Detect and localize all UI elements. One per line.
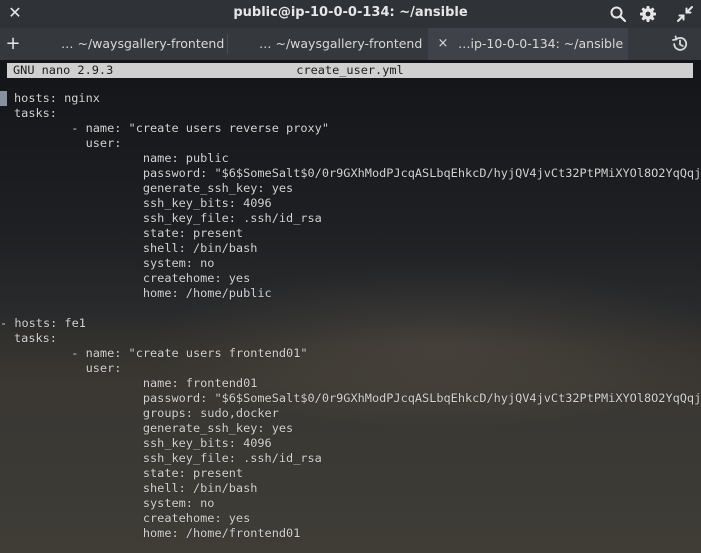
window-title: public@ip-10-0-0-134: ~/ansible	[233, 5, 468, 20]
file-line: ssh_key_file: .ssh/id_rsa	[14, 451, 322, 465]
file-line: user:	[14, 136, 122, 150]
terminal-area[interactable]: GNU nano 2.9.3 create_user.yml hosts: ng…	[0, 60, 701, 553]
file-line: - hosts: fe1	[0, 316, 86, 330]
history-icon[interactable]	[670, 34, 690, 54]
file-line: user:	[14, 361, 122, 375]
file-line: ssh_key_bits: 4096	[14, 196, 272, 210]
file-line: hosts: nginx	[14, 91, 100, 105]
tab-label: …ip-10-0-0-134: ~/ansible	[458, 36, 624, 51]
tab-ansible[interactable]: × …ip-10-0-0-134: ~/ansible	[428, 28, 628, 60]
nano-header-bar: GNU nano 2.9.3 create_user.yml	[7, 63, 693, 78]
tab-bar: + … ~/waysgallery-frontend … ~/waysgalle…	[0, 28, 701, 60]
file-line: system: no	[14, 496, 215, 510]
plus-icon[interactable]: +	[0, 28, 26, 60]
window-titlebar: ✕ public@ip-10-0-0-134: ~/ansible	[0, 0, 701, 28]
file-line: createhome: yes	[14, 271, 251, 285]
file-line: - name: "create users reverse proxy"	[14, 121, 329, 135]
file-line: home: /home/public	[14, 286, 272, 300]
file-line: createhome: yes	[14, 511, 251, 525]
search-icon[interactable]	[609, 5, 627, 23]
file-line: system: no	[14, 256, 215, 270]
file-line: name: frontend01	[14, 376, 258, 390]
file-line: state: present	[14, 226, 244, 240]
file-line: ssh_key_bits: 4096	[14, 436, 272, 450]
file-line: home: /home/frontend01	[14, 526, 301, 540]
tab-close-icon[interactable]: ×	[436, 36, 450, 52]
tab-label: … ~/waysgallery-frontend	[61, 36, 225, 51]
gear-icon[interactable]	[639, 5, 657, 23]
file-content[interactable]: hosts: nginx tasks: - name: "create users…	[0, 91, 701, 551]
file-line: tasks:	[14, 331, 57, 345]
file-line: ssh_key_file: .ssh/id_rsa	[14, 211, 322, 225]
tab-label: … ~/waysgallery-frontend	[259, 36, 423, 51]
file-line	[0, 301, 701, 316]
file-line: shell: /bin/bash	[14, 481, 258, 495]
close-icon[interactable]: ✕	[6, 4, 24, 22]
tab-waysgallery-2[interactable]: … ~/waysgallery-frontend	[228, 28, 427, 60]
nano-filename: create_user.yml	[296, 63, 404, 77]
file-line: name: public	[14, 151, 229, 165]
file-line: - name: "create users frontend01"	[14, 346, 308, 360]
file-line: generate_ssh_key: yes	[14, 421, 294, 435]
file-line: password: "$6$SomeSalt$0/0r9GXhModPJcqAS…	[14, 166, 701, 180]
collapse-arrows-icon[interactable]	[676, 5, 694, 23]
file-line: tasks:	[14, 106, 57, 120]
file-line: generate_ssh_key: yes	[14, 181, 294, 195]
file-line: state: present	[14, 466, 244, 480]
file-line: password: "$6$SomeSalt$0/0r9GXhModPJcqAS…	[14, 391, 701, 405]
tab-waysgallery-1[interactable]: … ~/waysgallery-frontend	[27, 28, 227, 60]
file-line: groups: sudo,docker	[14, 406, 279, 420]
file-line: shell: /bin/bash	[14, 241, 258, 255]
